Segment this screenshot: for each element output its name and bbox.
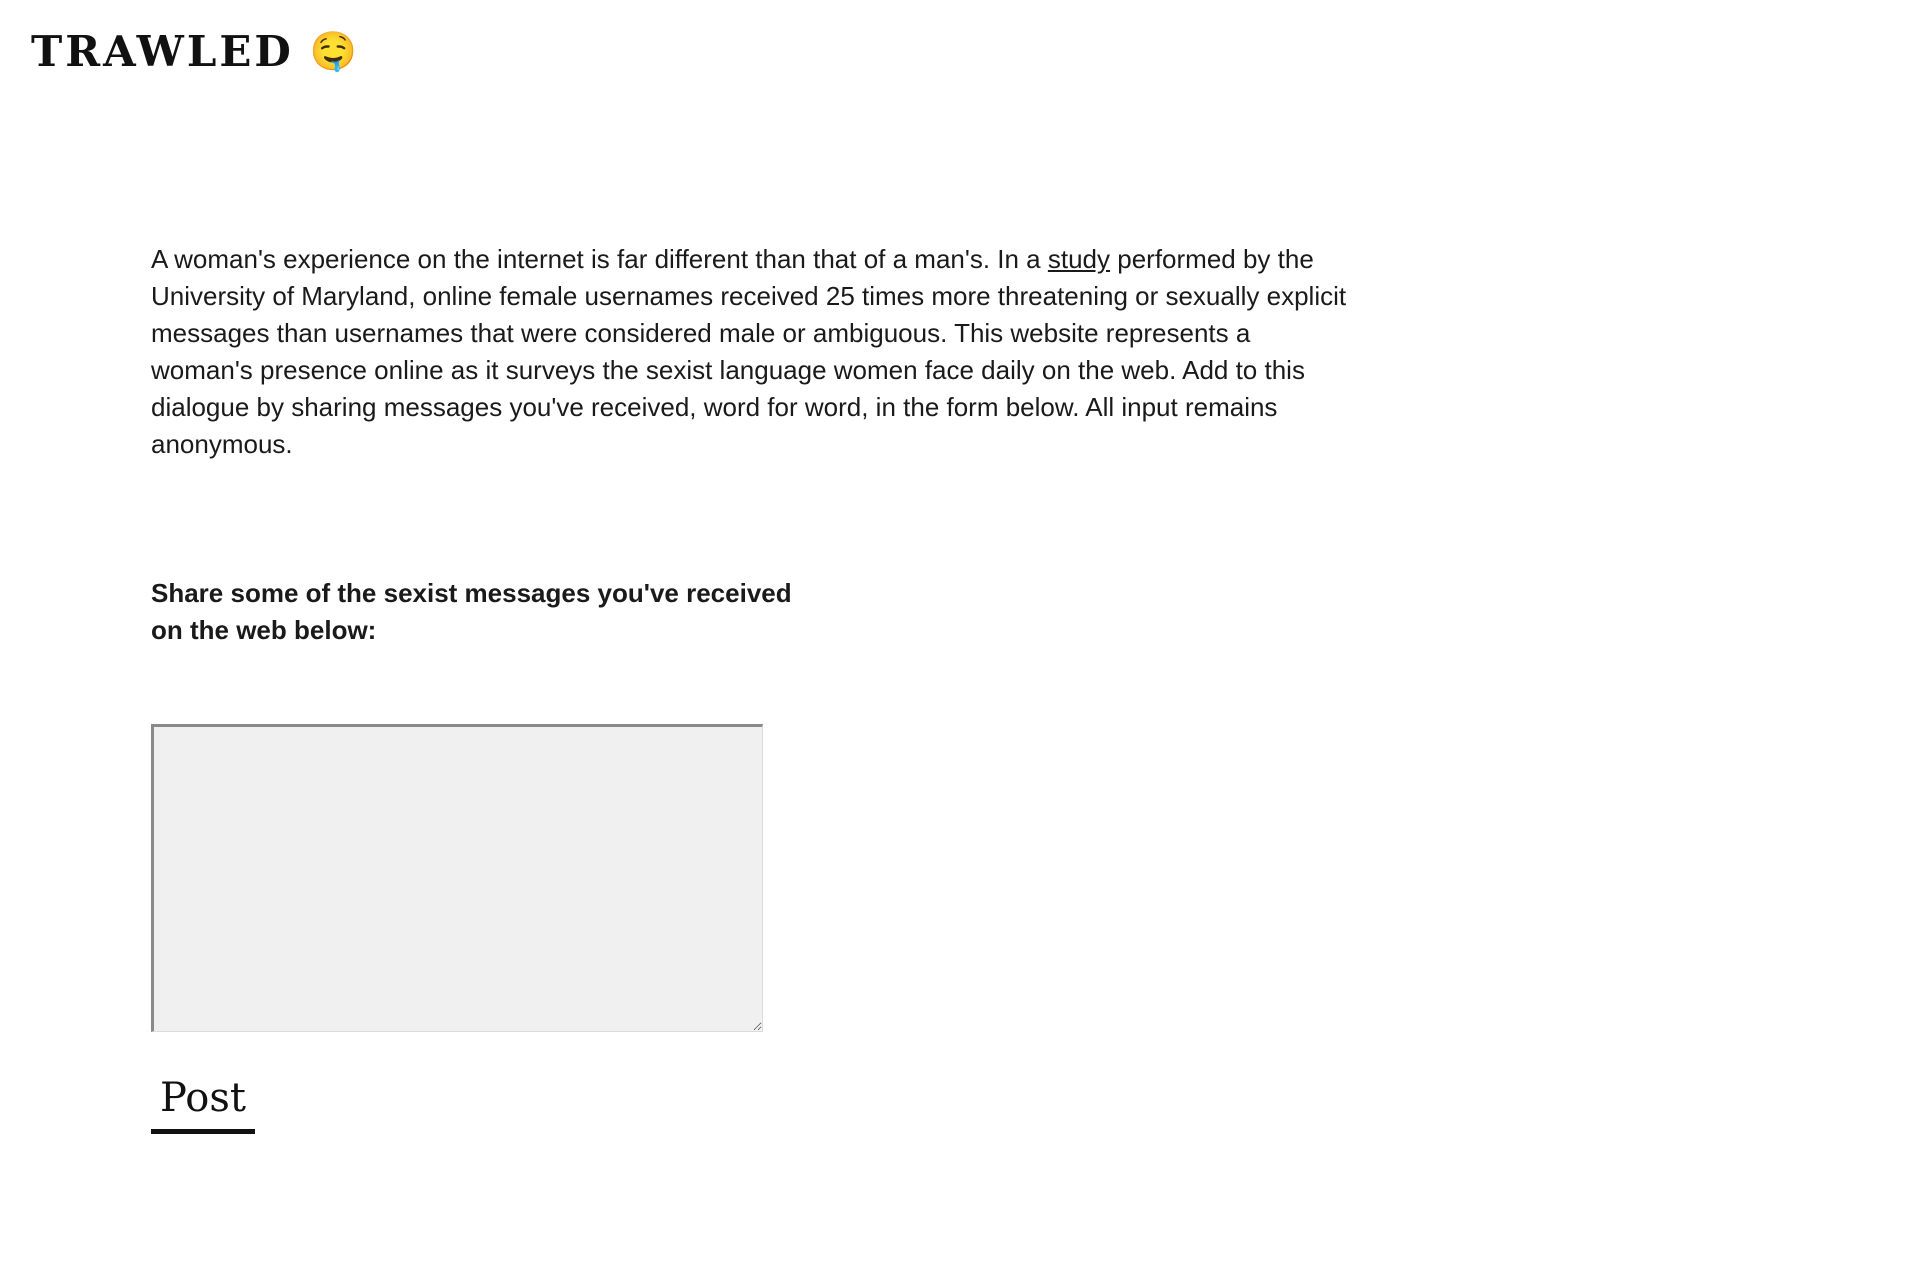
drooling-face-icon: 🤤 <box>309 31 358 73</box>
site-header: TRAWLED 🤤 <box>31 26 357 78</box>
message-textarea[interactable] <box>151 724 763 1032</box>
site-logo-title[interactable]: TRAWLED <box>31 26 294 78</box>
share-prompt-label: Share some of the sexist messages you've… <box>151 578 792 645</box>
intro-paragraph: A woman's experience on the internet is … <box>151 241 1351 463</box>
intro-text-start: A woman's experience on the internet is … <box>151 244 1048 274</box>
intro-text-end: performed by the University of Maryland,… <box>151 244 1347 459</box>
post-button[interactable]: Post <box>151 1066 255 1134</box>
study-link[interactable]: study <box>1048 244 1110 274</box>
